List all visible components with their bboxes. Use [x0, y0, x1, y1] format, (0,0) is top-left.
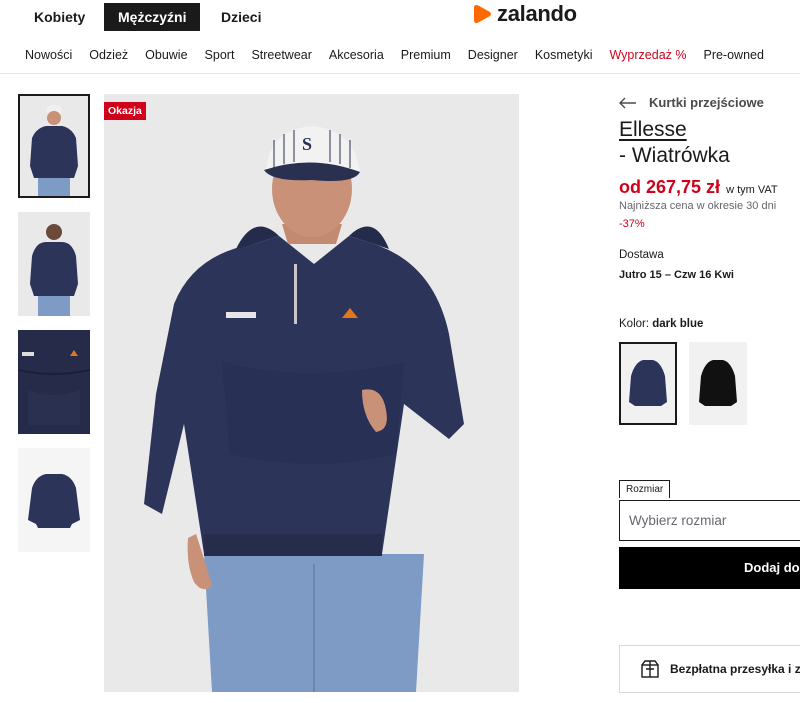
- delivery-label: Dostawa: [619, 249, 664, 261]
- breadcrumb-label: Kurtki przejściowe: [649, 95, 764, 110]
- delivery-dates: Jutro 15 – Czw 16 Kwi: [619, 269, 734, 281]
- thumbnail-front-image: [18, 94, 90, 198]
- nav-sport[interactable]: Sport: [205, 48, 235, 62]
- nav-premium[interactable]: Premium: [401, 48, 451, 62]
- thumbnail-packshot[interactable]: [18, 448, 90, 552]
- product-photo: S: [104, 94, 519, 692]
- thumbnail-packshot-image: [18, 448, 90, 552]
- logo-play-icon: [474, 5, 491, 23]
- tab-kids[interactable]: Dzieci: [207, 3, 275, 31]
- thumbnail-detail[interactable]: [18, 330, 90, 434]
- tab-women[interactable]: Kobiety: [20, 3, 99, 31]
- size-label: Rozmiar: [619, 480, 671, 498]
- nav-designer[interactable]: Designer: [468, 48, 518, 62]
- package-icon: [641, 660, 659, 678]
- swatch-black-image: [689, 342, 747, 425]
- zalando-logo[interactable]: zalando: [472, 1, 577, 26]
- nav-streetwear[interactable]: Streetwear: [251, 48, 311, 62]
- breadcrumb[interactable]: Kurtki przejściowe: [619, 95, 764, 110]
- nav-shoes[interactable]: Obuwie: [145, 48, 187, 62]
- vat-note: w tym VAT: [726, 184, 778, 196]
- add-to-cart-button[interactable]: Dodaj do: [619, 547, 800, 589]
- nav-clothing[interactable]: Odzież: [89, 48, 128, 62]
- price: od 267,75 zł: [619, 177, 721, 197]
- swatch-dark-blue-image: [619, 342, 677, 425]
- color-label-text: Kolor:: [619, 318, 650, 330]
- thumbnail-front[interactable]: [18, 94, 90, 198]
- free-shipping-info: Bezpłatna przesyłka i z: [619, 645, 800, 693]
- nav-accessories[interactable]: Akcesoria: [329, 48, 384, 62]
- thumbnail-back-image: [18, 212, 90, 316]
- main-product-image[interactable]: S: [104, 94, 519, 692]
- deal-badge: Okazja: [104, 102, 146, 120]
- discount-label: -37%: [619, 218, 645, 230]
- product-name: - Wiatrówka: [619, 144, 730, 167]
- nav-new[interactable]: Nowości: [25, 48, 72, 62]
- free-shipping-text: Bezpłatna przesyłka i z: [670, 662, 800, 676]
- arrow-left-icon: [619, 97, 636, 108]
- size-select[interactable]: Wybierz rozmiar: [619, 500, 800, 541]
- brand-link[interactable]: Ellesse: [619, 118, 687, 142]
- lowest-price-note: Najniższa cena w okresie 30 dni: [619, 200, 777, 212]
- svg-text:S: S: [302, 134, 312, 154]
- tab-men[interactable]: Mężczyźni: [104, 3, 201, 31]
- color-label: Kolor: dark blue: [619, 318, 703, 330]
- thumbnail-detail-image: [18, 330, 90, 434]
- thumbnail-back[interactable]: [18, 212, 90, 316]
- color-value: dark blue: [652, 318, 704, 330]
- color-swatch-dark-blue[interactable]: [619, 342, 677, 425]
- nav-cosmetics[interactable]: Kosmetyki: [535, 48, 593, 62]
- color-swatch-black[interactable]: [689, 342, 747, 425]
- logo-text: zalando: [497, 1, 577, 26]
- price-row: od 267,75 zł w tym VAT: [619, 177, 778, 198]
- product-info-panel: Kurtki przejściowe Ellesse - Wiatrówka o…: [619, 0, 800, 703]
